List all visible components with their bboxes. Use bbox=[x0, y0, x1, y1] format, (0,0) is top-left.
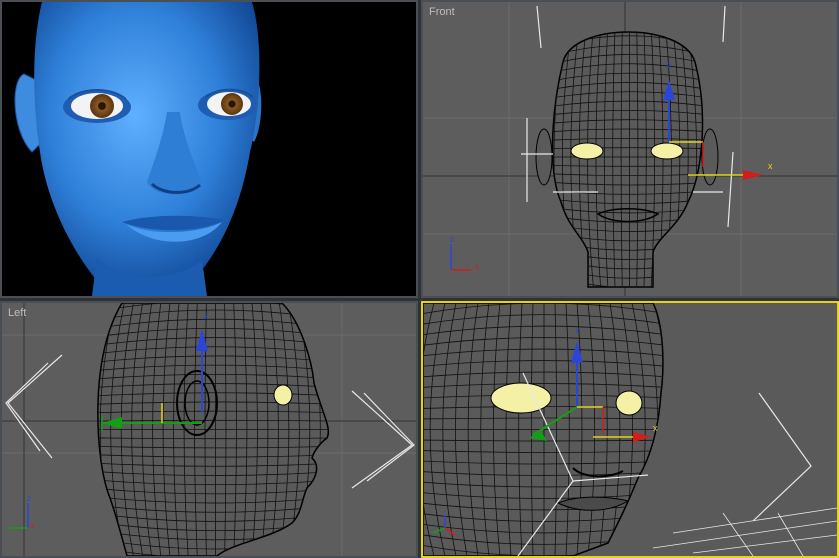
viewport-label-front[interactable]: Front bbox=[429, 6, 455, 18]
x-axis-label: x bbox=[768, 161, 773, 171]
x-axis-label: x bbox=[653, 423, 658, 433]
user-viewport-active[interactable]: z x bbox=[421, 301, 839, 558]
viewport-label-left[interactable]: Left bbox=[8, 307, 26, 319]
tripod-x-label: x bbox=[30, 521, 34, 530]
tripod-x-label: x bbox=[475, 262, 479, 271]
right-iris bbox=[221, 93, 243, 115]
left-iris bbox=[90, 94, 114, 118]
tripod-z-label: z bbox=[450, 235, 454, 244]
axis-tripod: z x bbox=[450, 235, 479, 271]
left-eye-selected bbox=[570, 142, 604, 160]
z-axis-label: z bbox=[667, 60, 672, 70]
front-viewport[interactable]: Front z x z x bbox=[421, 0, 839, 298]
perspective-viewport[interactable] bbox=[0, 0, 418, 298]
right-eye-selected bbox=[650, 142, 684, 160]
left-wireframe: z z x bbox=[2, 303, 416, 556]
left-eye-selected bbox=[490, 382, 552, 414]
eye-selected bbox=[273, 384, 293, 406]
perspective-wireframe: z x bbox=[423, 303, 837, 556]
floor-grid bbox=[652, 507, 837, 556]
z-axis-label: z bbox=[204, 311, 209, 321]
right-ear-mesh bbox=[701, 128, 719, 186]
z-axis-label: z bbox=[575, 325, 580, 335]
tripod-z-label: z bbox=[27, 494, 31, 503]
shaded-head-render bbox=[14, 2, 262, 296]
x-axis-arrow[interactable] bbox=[743, 170, 763, 180]
head-shape bbox=[34, 2, 260, 287]
right-eye-selected bbox=[615, 390, 643, 416]
left-ear-mesh bbox=[535, 128, 553, 186]
axis-tripod: z x bbox=[8, 494, 34, 530]
left-viewport[interactable]: Left z z x bbox=[0, 301, 418, 558]
front-wireframe: z x z x bbox=[423, 2, 837, 296]
